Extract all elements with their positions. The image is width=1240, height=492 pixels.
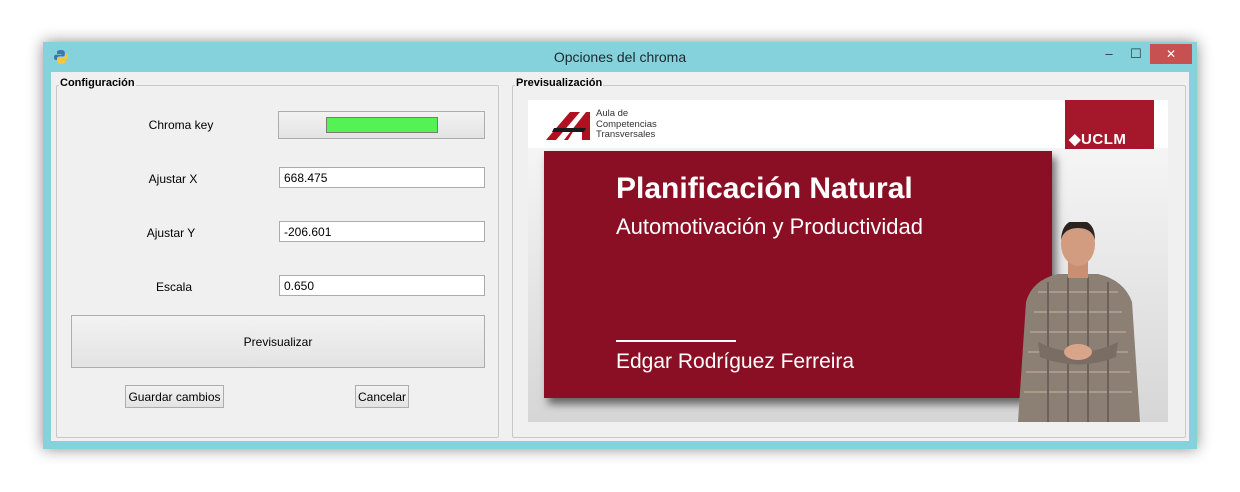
adjust-y-input[interactable]	[279, 221, 485, 242]
adjust-x-input[interactable]	[279, 167, 485, 188]
cancel-button[interactable]: Cancelar	[355, 385, 409, 408]
chroma-options-window: Opciones del chroma – ☐ ✕ Configuración …	[43, 42, 1197, 449]
adjust-y-label: Ajustar Y	[146, 226, 196, 240]
chroma-key-label: Chroma key	[148, 118, 214, 132]
config-group-legend: Configuración	[59, 77, 136, 89]
slide-divider	[616, 340, 736, 342]
title-bar: Opciones del chroma – ☐ ✕	[43, 42, 1197, 72]
scale-label: Escala	[155, 280, 193, 294]
adjust-x-label: Ajustar X	[148, 172, 198, 186]
scale-input[interactable]	[279, 275, 485, 296]
slide-subtitle: Automotivación y Productividad	[616, 214, 923, 239]
close-button[interactable]: ✕	[1150, 44, 1192, 64]
slide-title: Planificación Natural	[616, 172, 913, 205]
preview-image: Aula de Competencias Transversales ◆UCLM…	[528, 100, 1168, 422]
aula-text-line-1: Aula de	[596, 108, 629, 119]
title-slide: Planificación Natural Automotivación y P…	[544, 151, 1052, 398]
uclm-logo-text: ◆UCLM	[1069, 131, 1127, 148]
aula-text-line-3: Transversales	[596, 129, 656, 140]
aula-logo-text: Aula de Competencias Transversales	[596, 108, 657, 141]
maximize-button[interactable]: ☐	[1123, 44, 1149, 64]
chroma-key-color-button[interactable]	[278, 111, 485, 139]
preview-button[interactable]: Previsualizar	[71, 315, 485, 368]
presenter-figure	[1018, 222, 1140, 422]
chroma-key-color-swatch	[325, 117, 438, 133]
window-client-area: Configuración Chroma key Ajustar X Ajust…	[51, 72, 1189, 441]
window-title: Opciones del chroma	[553, 49, 687, 65]
aula-logo-icon	[546, 112, 590, 140]
save-changes-button[interactable]: Guardar cambios	[125, 385, 224, 408]
slide-author: Edgar Rodríguez Ferreira	[616, 350, 855, 373]
config-group: Configuración Chroma key Ajustar X Ajust…	[56, 77, 499, 438]
uclm-logo: ◆UCLM	[1065, 100, 1154, 149]
minimize-button[interactable]: –	[1096, 44, 1122, 64]
preview-group-legend: Previsualización	[515, 77, 604, 89]
